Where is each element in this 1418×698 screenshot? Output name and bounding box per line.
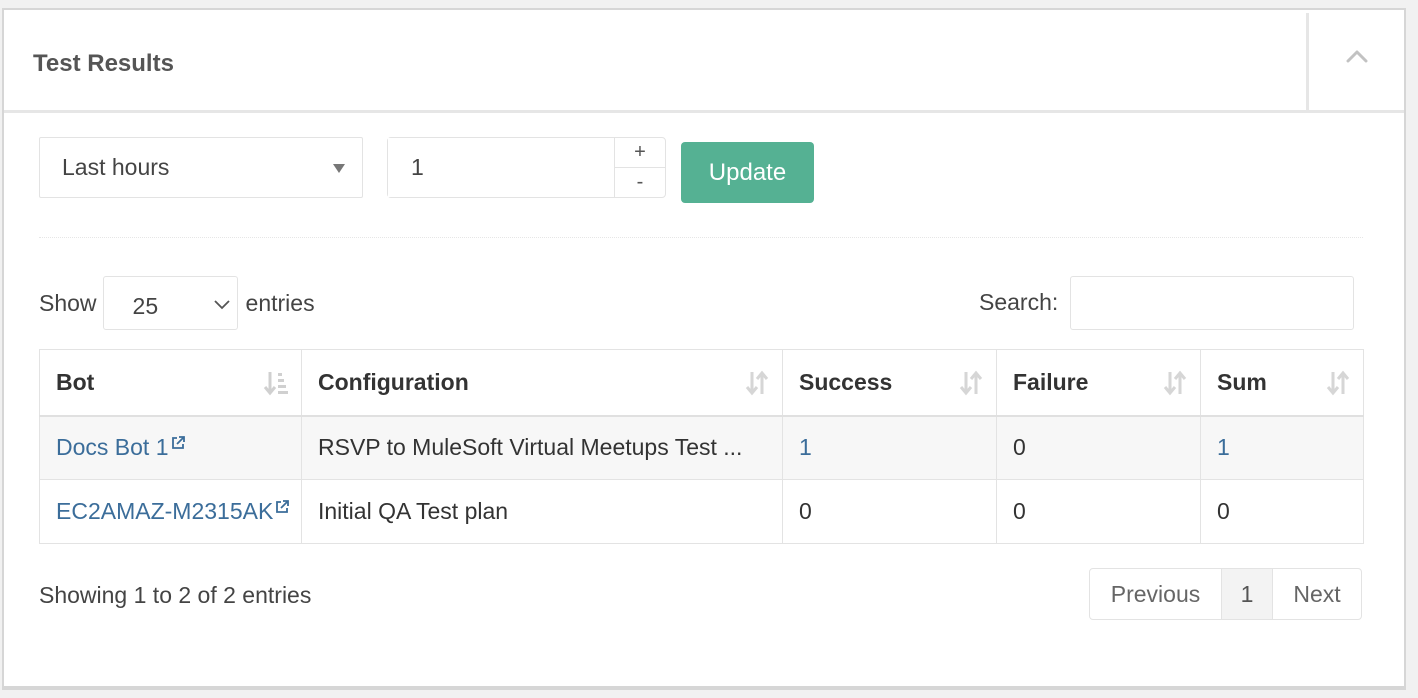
- time-range-select[interactable]: Last hours: [39, 137, 363, 198]
- cell-configuration: Initial QA Test plan: [301, 479, 783, 544]
- divider: [39, 237, 1363, 238]
- entries-label: entries: [245, 289, 315, 316]
- chevron-down-icon: [213, 300, 230, 310]
- sort-icon: [1326, 370, 1350, 396]
- previous-page-button[interactable]: Previous: [1090, 569, 1222, 619]
- time-range-value: Last hours: [62, 154, 170, 180]
- bot-name: EC2AMAZ-M2315AK: [56, 498, 274, 524]
- search-label: Search:: [979, 289, 1059, 315]
- search-input[interactable]: [1070, 276, 1354, 330]
- sort-icon: [959, 370, 983, 396]
- success-count-link[interactable]: 1: [799, 434, 812, 460]
- external-link-icon: [171, 436, 185, 450]
- column-label: Configuration: [318, 368, 469, 395]
- cell-success: 0: [782, 479, 997, 544]
- table-row: Docs Bot 1 RSVP to MuleSoft Virtual Meet…: [39, 415, 1364, 480]
- show-label: Show: [39, 289, 97, 316]
- cell-configuration: RSVP to MuleSoft Virtual Meetups Test ..…: [301, 415, 783, 480]
- chevron-up-icon: [1346, 50, 1367, 62]
- column-header-failure[interactable]: Failure: [996, 349, 1201, 417]
- column-header-configuration[interactable]: Configuration: [301, 349, 783, 417]
- sum-count-link[interactable]: 1: [1217, 434, 1230, 460]
- sort-icon: [1163, 370, 1187, 396]
- cell-failure: 0: [996, 479, 1201, 544]
- cell-bot: Docs Bot 1: [39, 415, 302, 480]
- collapse-button[interactable]: [1309, 10, 1404, 111]
- panel-header: Test Results: [4, 10, 1404, 113]
- column-header-success[interactable]: Success: [782, 349, 997, 417]
- page-1-button[interactable]: 1: [1222, 569, 1273, 619]
- amount-stepper: + -: [387, 137, 666, 198]
- cell-sum: 1: [1200, 415, 1364, 480]
- external-link-icon: [276, 500, 290, 513]
- page-length-control: Show 25 entries: [39, 276, 315, 330]
- cell-sum: 0: [1200, 479, 1364, 544]
- caret-down-icon: [333, 164, 345, 173]
- stepper-buttons: + -: [615, 138, 665, 197]
- bot-link[interactable]: Docs Bot 1: [56, 434, 185, 460]
- column-label: Sum: [1217, 368, 1267, 395]
- decrement-button[interactable]: -: [615, 168, 665, 197]
- column-label: Failure: [1013, 368, 1089, 395]
- cell-bot: EC2AMAZ-M2315AK: [39, 479, 302, 544]
- bot-name: Docs Bot 1: [56, 434, 169, 461]
- pagination: Previous 1 Next: [1089, 568, 1362, 620]
- page-length-value: 25: [132, 292, 159, 319]
- column-header-bot[interactable]: Bot: [39, 349, 302, 417]
- table-row: EC2AMAZ-M2315AK Initial QA Test plan 0 0…: [39, 479, 1364, 544]
- column-label: Success: [799, 368, 893, 395]
- table-header-row: Bot Configuration Success Failure Sum: [39, 349, 1364, 417]
- update-button[interactable]: Update: [681, 142, 814, 203]
- sort-icon: [745, 370, 769, 396]
- results-table: Bot Configuration Success Failure Sum Do…: [39, 349, 1364, 544]
- sort-amount-asc-icon: [263, 372, 288, 396]
- table-info: Showing 1 to 2 of 2 entries: [39, 582, 312, 608]
- increment-button[interactable]: +: [615, 138, 665, 168]
- page-length-select[interactable]: 25: [102, 276, 238, 330]
- column-header-sum[interactable]: Sum: [1200, 349, 1364, 417]
- column-label: Bot: [56, 368, 95, 395]
- next-page-button[interactable]: Next: [1273, 569, 1361, 619]
- cell-failure: 0: [996, 415, 1201, 480]
- amount-input[interactable]: [388, 138, 615, 197]
- panel-title: Test Results: [33, 50, 174, 77]
- bot-link[interactable]: EC2AMAZ-M2315AK: [56, 498, 290, 524]
- cell-success: 1: [782, 415, 997, 480]
